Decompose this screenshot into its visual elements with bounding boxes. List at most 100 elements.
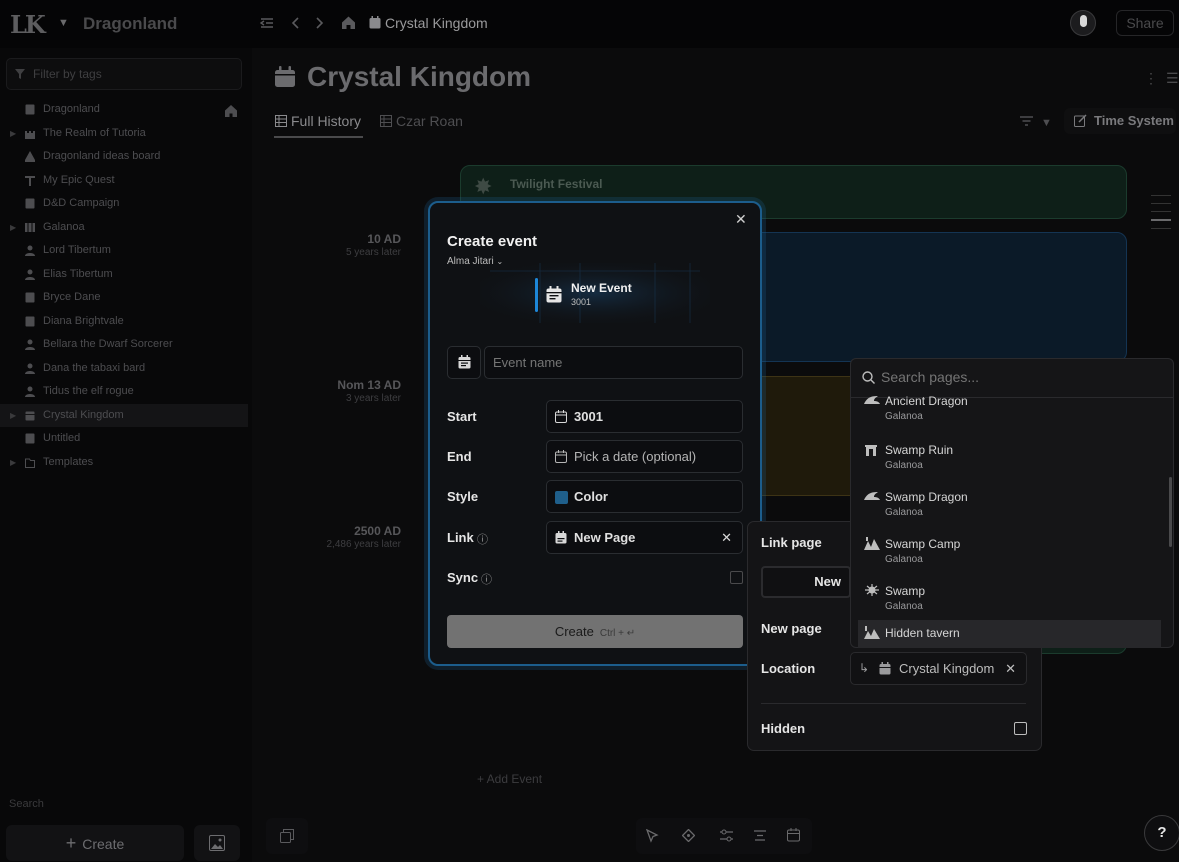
- home-icon[interactable]: [341, 15, 356, 30]
- help-button[interactable]: ?: [1144, 815, 1179, 851]
- diamond-icon[interactable]: [682, 829, 695, 842]
- link-page-field[interactable]: New Page ✕: [546, 521, 743, 554]
- image-button[interactable]: [194, 825, 240, 861]
- style-selector[interactable]: Color: [546, 480, 743, 513]
- person-icon: [25, 269, 35, 280]
- filter-icon: [15, 69, 25, 79]
- calendar-icon: [275, 66, 295, 87]
- sidebar-item-label: Dragonland ideas board: [43, 150, 161, 162]
- sidebar-item-label: My Epic Quest: [43, 173, 115, 186]
- sidebar-item-label: The Realm of Tutoria: [43, 126, 146, 139]
- sidebar-item[interactable]: Elias Tibertum: [0, 263, 248, 286]
- calendar-event-icon: [555, 531, 567, 544]
- location-selector[interactable]: ↳ Crystal Kingdom ✕: [850, 652, 1027, 685]
- sidebar-item[interactable]: Dana the tabaxi bard: [0, 357, 248, 380]
- calendar-icon: [879, 662, 891, 675]
- calendar-event-icon: [546, 286, 562, 303]
- sidebar-item[interactable]: Dragonland ideas board: [0, 145, 248, 168]
- app-logo[interactable]: LK: [10, 10, 46, 39]
- sidebar-item[interactable]: ▶ Galanoa: [0, 216, 248, 239]
- timeline-minimap[interactable]: [1151, 195, 1171, 245]
- sync-checkbox[interactable]: [730, 571, 743, 584]
- info-icon[interactable]: ⓘ: [477, 531, 488, 547]
- workspace-chevron-down-icon[interactable]: ▼: [58, 17, 69, 29]
- more-options-icon[interactable]: ⋮: [1144, 70, 1158, 87]
- chevron-right-icon[interactable]: ▶: [10, 451, 16, 474]
- chevron-right-icon[interactable]: ▶: [10, 122, 16, 145]
- back-arrow-icon[interactable]: [290, 16, 300, 30]
- new-page-button[interactable]: New: [761, 566, 851, 598]
- search-result-location: Galanoa: [885, 601, 923, 612]
- sidebar-item[interactable]: Bellara the Dwarf Sorcerer: [0, 333, 248, 356]
- clear-location-icon[interactable]: ✕: [1005, 653, 1016, 684]
- search-result-item[interactable]: Swamp Galanoa: [858, 578, 1161, 625]
- filter-tags-input[interactable]: Filter by tags: [6, 58, 242, 90]
- add-event-button[interactable]: + Add Event: [477, 772, 542, 786]
- sidebar-item[interactable]: Untitled: [0, 427, 248, 450]
- forward-arrow-icon[interactable]: [315, 16, 325, 30]
- event-name-input[interactable]: [484, 346, 743, 379]
- sidebar-item-label: Dragonland: [43, 103, 100, 115]
- page-icon: [25, 198, 35, 209]
- scrollbar-thumb[interactable]: [1169, 477, 1172, 547]
- close-icon[interactable]: ✕: [735, 211, 747, 228]
- info-icon[interactable]: ⓘ: [481, 571, 492, 587]
- end-date-field[interactable]: Pick a date (optional): [546, 440, 743, 473]
- search-result-item[interactable]: Swamp Ruin Galanoa: [858, 437, 1161, 484]
- chevron-right-icon[interactable]: ▶: [10, 404, 16, 427]
- color-swatch: [555, 491, 568, 504]
- subdirectory-arrow-icon: ↳: [859, 661, 870, 675]
- hidden-checkbox[interactable]: [1014, 722, 1027, 735]
- search-result-item[interactable]: Swamp Camp Galanoa: [858, 531, 1161, 578]
- search-result-item[interactable]: Hidden tavern: [858, 620, 1161, 648]
- tab-czar-roan[interactable]: Czar Roan: [396, 113, 463, 129]
- chevron-right-icon[interactable]: ▶: [10, 216, 16, 239]
- page-icon: [25, 104, 35, 115]
- timeline-interval: 3 years later: [345, 393, 401, 404]
- sidebar-search-label[interactable]: Search: [9, 798, 44, 810]
- collapse-sidebar-icon[interactable]: [260, 16, 274, 30]
- sidebar-item[interactable]: Dragonland: [0, 98, 248, 121]
- sidebar-item[interactable]: ▶ Crystal Kingdom: [0, 403, 248, 427]
- person-icon: [25, 386, 35, 397]
- tab-full-history[interactable]: Full History: [291, 113, 361, 129]
- share-button[interactable]: Share: [1116, 10, 1174, 36]
- calendar-icon[interactable]: [787, 828, 800, 842]
- home-icon[interactable]: [224, 104, 238, 117]
- chevron-down-icon[interactable]: ▼: [1041, 117, 1052, 129]
- create-event-button[interactable]: Create Ctrl + ↵: [447, 615, 743, 648]
- breadcrumb[interactable]: Crystal Kingdom: [385, 15, 488, 31]
- page-icon: [25, 292, 35, 303]
- page-icon: [25, 433, 35, 444]
- sidebar-item[interactable]: My Epic Quest: [0, 169, 248, 192]
- search-result-location: Galanoa: [885, 554, 923, 565]
- sidebar-item[interactable]: Lord Tibertum: [0, 239, 248, 262]
- timeline-time: Nom 13 AD: [337, 378, 401, 392]
- align-icon[interactable]: [754, 829, 766, 842]
- sliders-icon[interactable]: [720, 829, 733, 842]
- sidebar-item[interactable]: ▶ Templates: [0, 451, 248, 474]
- search-pages-input[interactable]: [881, 369, 1161, 385]
- search-result-item[interactable]: Swamp Dragon Galanoa: [858, 484, 1161, 531]
- event-icon-picker[interactable]: [447, 346, 481, 379]
- start-date-field[interactable]: 3001: [546, 400, 743, 433]
- sidebar-item[interactable]: Bryce Dane: [0, 286, 248, 309]
- person-icon: [25, 245, 35, 256]
- cursor-icon[interactable]: [646, 829, 659, 843]
- sidebar-item[interactable]: Tidus the elf rogue: [0, 380, 248, 403]
- workspace-name[interactable]: Dragonland: [83, 14, 177, 34]
- sidebar-item[interactable]: D&D Campaign: [0, 192, 248, 215]
- create-button[interactable]: + Create: [6, 825, 184, 861]
- duplicate-button[interactable]: [266, 818, 308, 854]
- dragon-icon: [864, 492, 880, 500]
- menu-icon[interactable]: ☰: [1166, 70, 1179, 87]
- sidebar-item[interactable]: Diana Brightvale: [0, 310, 248, 333]
- author-selector[interactable]: Alma Jitari ⌄: [447, 256, 503, 267]
- search-result-item[interactable]: Ancient Dragon Galanoa: [858, 391, 1161, 438]
- event-card-title: Twilight Festival: [510, 177, 603, 191]
- avatar[interactable]: [1070, 10, 1096, 36]
- sort-icon[interactable]: [1020, 115, 1033, 127]
- clear-link-icon[interactable]: ✕: [721, 522, 732, 553]
- sidebar-item[interactable]: ▶ The Realm of Tutoria: [0, 122, 248, 145]
- sidebar-item-label: Galanoa: [43, 220, 85, 233]
